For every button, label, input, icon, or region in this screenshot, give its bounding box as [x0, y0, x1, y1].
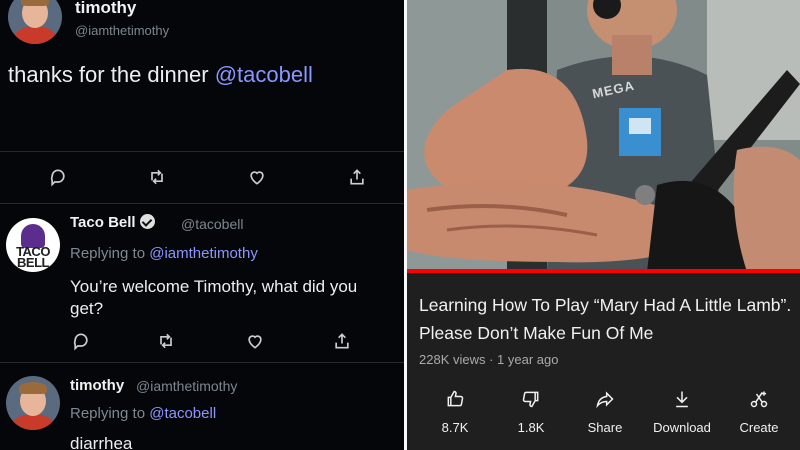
divider	[0, 362, 404, 363]
video-meta: 228K views · 1 year ago	[419, 352, 559, 367]
taco-bell-logo[interactable]: TACO BELL	[6, 218, 60, 272]
reply-to-link[interactable]: @tacobell	[149, 405, 216, 422]
thumbs-down-icon	[520, 388, 542, 410]
heart-icon[interactable]	[244, 330, 266, 352]
reply-context: Replying to @iamthetimothy	[70, 245, 258, 262]
download-icon	[671, 388, 693, 410]
share-label: Share	[587, 420, 623, 435]
mention-link[interactable]: @tacobell	[215, 62, 313, 87]
tweet-author-handle[interactable]: @iamthetimothy	[75, 23, 169, 38]
create-button[interactable]: Create	[720, 388, 798, 435]
divider	[0, 203, 404, 204]
reply-to-link[interactable]: @iamthetimothy	[149, 245, 258, 262]
reply-icon[interactable]	[70, 330, 92, 352]
video-title-line: Learning How To Play “Mary Had A Little …	[419, 295, 792, 315]
reply-context: Replying to @tacobell	[70, 405, 217, 422]
tweet-author-name[interactable]: timothy	[75, 0, 136, 18]
dislike-button[interactable]: 1.8K	[492, 388, 570, 435]
tweet-text-line: You’re welcome Timothy, what did you	[70, 277, 358, 296]
video-title[interactable]: Learning How To Play “Mary Had A Little …	[419, 291, 794, 347]
twitter-thread: timothy @iamthetimothy thanks for the di…	[0, 0, 404, 450]
tweet-text-body: thanks for the dinner	[8, 62, 215, 87]
reply-icon[interactable]	[47, 166, 69, 188]
heart-icon[interactable]	[246, 166, 268, 188]
tweet-text-line: get?	[70, 299, 104, 318]
share-arrow-icon	[594, 388, 616, 410]
tweet-text: You’re welcome Timothy, what did you get…	[70, 276, 357, 320]
tweet-text: thanks for the dinner @tacobell	[8, 62, 313, 88]
tweet-author-handle[interactable]: @iamthetimothy	[136, 378, 237, 394]
youtube-panel: MEGA Learning How To Play “Mary Had A Li…	[407, 0, 800, 450]
create-scissors-icon	[748, 388, 770, 410]
retweet-icon[interactable]	[146, 166, 168, 188]
tweet-author-handle[interactable]: @tacobell	[181, 216, 243, 232]
retweet-icon[interactable]	[155, 330, 177, 352]
timothy-avatar[interactable]	[8, 0, 62, 44]
video-player[interactable]: MEGA	[407, 0, 800, 272]
tweet-author-name[interactable]: Taco Bell	[70, 214, 155, 231]
verified-badge-icon	[139, 214, 155, 229]
like-button[interactable]: 8.7K	[416, 388, 494, 435]
download-label: Download	[653, 420, 711, 435]
tweet-text: diarrhea	[70, 434, 133, 450]
timothy-avatar[interactable]	[6, 376, 60, 430]
share-icon[interactable]	[331, 330, 353, 352]
dislike-count: 1.8K	[517, 420, 545, 435]
video-title-line: Please Don’t Make Fun Of Me	[419, 323, 654, 343]
tweet-author-name[interactable]: timothy	[70, 377, 124, 394]
create-label: Create	[739, 420, 779, 435]
share-icon[interactable]	[346, 166, 368, 188]
thumbs-up-icon	[444, 388, 466, 410]
logo-wordmark: TACO BELL	[16, 244, 50, 270]
video-progress-bar[interactable]	[407, 269, 800, 273]
divider	[0, 151, 404, 152]
like-count: 8.7K	[441, 420, 469, 435]
video-frame	[407, 0, 800, 272]
video-progress-fill	[407, 269, 800, 273]
share-button[interactable]: Share	[566, 388, 644, 435]
download-button[interactable]: Download	[643, 388, 721, 435]
